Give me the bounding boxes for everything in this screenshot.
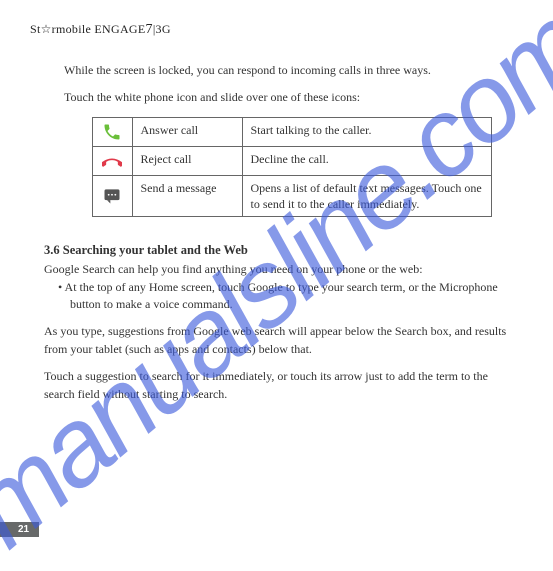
action-description: Opens a list of default text messages. T… (242, 175, 491, 216)
action-label: Reject call (132, 146, 242, 175)
intro-paragraph-1: While the screen is locked, you can resp… (64, 62, 519, 79)
action-label: Send a message (132, 175, 242, 216)
section-paragraph-3: Touch a suggestion to search for it imme… (44, 368, 519, 403)
call-actions-table: Answer call Start talking to the caller.… (92, 117, 492, 217)
model-name: ENGAGE7|3G (94, 22, 170, 36)
brand-name: St☆rmobile (30, 22, 91, 36)
page-number: 21 (0, 522, 39, 537)
table-row: Answer call Start talking to the caller. (92, 117, 491, 146)
action-description: Decline the call. (242, 146, 491, 175)
message-icon (101, 186, 124, 206)
section-heading: 3.6 Searching your tablet and the Web (44, 241, 519, 259)
icon-cell (92, 117, 132, 146)
manual-page: St☆rmobile ENGAGE7|3G While the screen i… (0, 0, 553, 553)
table-row: Reject call Decline the call. (92, 146, 491, 175)
phone-reject-icon (101, 151, 124, 171)
icon-cell (92, 146, 132, 175)
model-prefix: ENGAGE (94, 22, 145, 36)
section-intro: Google Search can help you find anything… (44, 261, 519, 278)
icon-cell (92, 175, 132, 216)
model-suffix: |3G (153, 22, 171, 36)
intro-paragraph-2: Touch the white phone icon and slide ove… (64, 89, 519, 106)
model-seven: 7 (146, 22, 153, 37)
action-description: Start talking to the caller. (242, 117, 491, 146)
section-bullet: • At the top of any Home screen, touch G… (44, 279, 519, 314)
page-header: St☆rmobile ENGAGE7|3G (30, 22, 523, 38)
phone-answer-icon (101, 122, 124, 142)
action-label: Answer call (132, 117, 242, 146)
table-row: Send a message Opens a list of default t… (92, 175, 491, 216)
body-content: While the screen is locked, you can resp… (30, 62, 523, 403)
section-paragraph-2: As you type, suggestions from Google web… (44, 323, 519, 358)
